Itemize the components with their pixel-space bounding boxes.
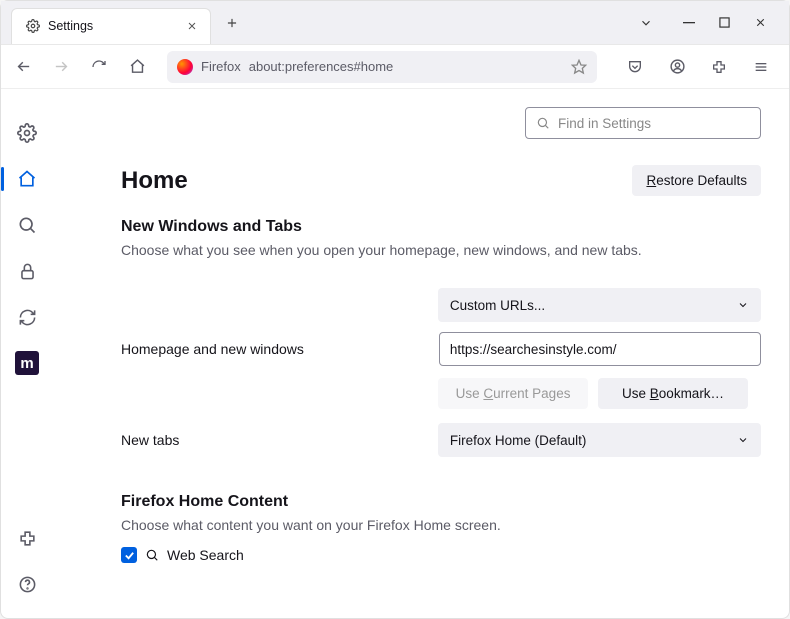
homepage-url-input[interactable]: [439, 332, 761, 366]
newtabs-label: New tabs: [121, 432, 438, 448]
back-button[interactable]: [7, 51, 39, 83]
url-bar[interactable]: Firefox about:preferences#home: [167, 51, 597, 83]
mozilla-icon: m: [15, 351, 39, 375]
homepage-label: Homepage and new windows: [121, 341, 439, 357]
chevron-down-icon: [737, 299, 749, 311]
search-icon: [145, 548, 159, 562]
browser-tab[interactable]: Settings: [11, 8, 211, 44]
titlebar: Settings: [1, 1, 789, 45]
home-button[interactable]: [121, 51, 153, 83]
app-menu-icon[interactable]: [745, 51, 777, 83]
select-value: Firefox Home (Default): [450, 433, 587, 448]
section-home-content-heading: Firefox Home Content: [121, 493, 761, 511]
urlbar-text: about:preferences#home: [249, 59, 563, 74]
page-title: Home: [121, 167, 188, 195]
section-home-content-desc: Choose what content you want on your Fir…: [121, 517, 761, 533]
search-icon: [536, 116, 550, 130]
checkbox-checked-icon[interactable]: [121, 547, 137, 563]
minimize-button[interactable]: [683, 17, 695, 29]
use-bookmark-button[interactable]: Use Bookmark…: [598, 378, 748, 409]
close-tab-icon[interactable]: [184, 18, 200, 34]
settings-sidebar: m: [1, 89, 53, 618]
maximize-button[interactable]: [719, 17, 730, 28]
close-window-button[interactable]: [754, 16, 767, 29]
sidebar-help[interactable]: [7, 572, 47, 612]
homepage-mode-select[interactable]: Custom URLs...: [438, 288, 761, 322]
search-placeholder: Find in Settings: [558, 116, 651, 131]
nav-toolbar: Firefox about:preferences#home: [1, 45, 789, 89]
sidebar-more-mozilla[interactable]: m: [7, 343, 47, 383]
sidebar-privacy[interactable]: [7, 251, 47, 291]
web-search-checkbox-row[interactable]: Web Search: [121, 547, 761, 563]
tab-list-chevron-icon[interactable]: [639, 16, 653, 30]
extensions-icon[interactable]: [703, 51, 735, 83]
sidebar-home[interactable]: [7, 159, 47, 199]
sidebar-sync[interactable]: [7, 297, 47, 337]
restore-defaults-button[interactable]: Restore Defaults: [632, 165, 761, 196]
sidebar-search[interactable]: [7, 205, 47, 245]
forward-button[interactable]: [45, 51, 77, 83]
new-tab-button[interactable]: [219, 10, 245, 36]
tab-title: Settings: [48, 19, 184, 33]
sidebar-general[interactable]: [7, 113, 47, 153]
section-new-windows-heading: New Windows and Tabs: [121, 218, 761, 236]
window-controls: [683, 16, 789, 29]
gear-icon: [26, 19, 40, 33]
use-current-pages-button[interactable]: Use Current Pages: [438, 378, 588, 409]
newtabs-select[interactable]: Firefox Home (Default): [438, 423, 761, 457]
section-new-windows-desc: Choose what you see when you open your h…: [121, 242, 761, 258]
chevron-down-icon: [737, 434, 749, 446]
settings-main: Find in Settings Home Restore Defaults N…: [53, 89, 789, 618]
account-icon[interactable]: [661, 51, 693, 83]
find-in-settings-input[interactable]: Find in Settings: [525, 107, 761, 139]
bookmark-star-icon[interactable]: [571, 59, 587, 75]
select-value: Custom URLs...: [450, 298, 545, 313]
sidebar-extensions[interactable]: [7, 526, 47, 566]
urlbar-prefix: Firefox: [201, 59, 241, 74]
reload-button[interactable]: [83, 51, 115, 83]
firefox-logo-icon: [177, 59, 193, 75]
pocket-icon[interactable]: [619, 51, 651, 83]
web-search-label: Web Search: [167, 547, 244, 563]
